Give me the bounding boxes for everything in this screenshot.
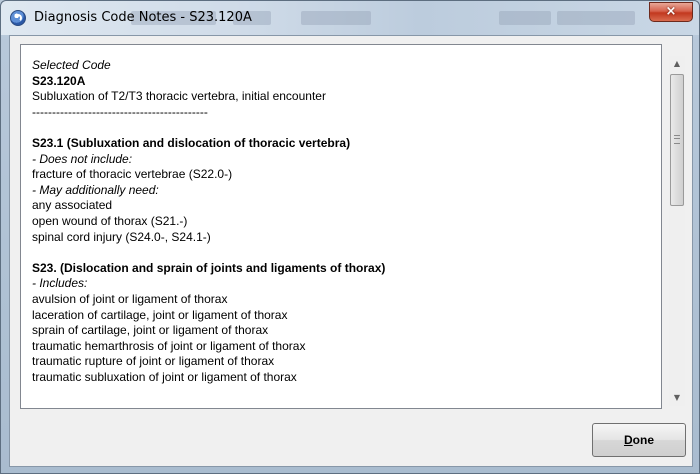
note-line: open wound of thorax (S21.-)	[32, 213, 188, 228]
note-spacer	[32, 245, 652, 261]
title-bar[interactable]: Diagnosis Code Notes - S23.120A ×	[1, 1, 699, 35]
note-line: fracture of thoracic vertebrae (S22.0-)	[32, 167, 233, 182]
note-line: - Does not include:	[32, 151, 133, 166]
note-line: traumatic hemarthrosis of joint or ligam…	[32, 338, 306, 353]
note-line: avulsion of joint or ligament of thorax	[32, 291, 228, 306]
note-line: sprain of cartilage, joint or ligament o…	[32, 323, 269, 338]
close-button[interactable]: ×	[649, 2, 693, 22]
note-line: - Includes:	[32, 276, 88, 291]
vertical-scrollbar[interactable]: ▲ ▼	[669, 56, 685, 406]
close-icon: ×	[665, 4, 677, 19]
note-line: laceration of cartilage, joint or ligame…	[32, 307, 288, 322]
app-logo-icon	[10, 10, 26, 26]
note-spacer	[32, 120, 652, 136]
note-line: Subluxation of T2/T3 thoracic vertebra, …	[32, 89, 326, 104]
grip-icon	[674, 135, 680, 144]
scroll-down-button[interactable]: ▼	[669, 390, 685, 406]
scroll-thumb[interactable]	[670, 74, 684, 206]
window-title: Diagnosis Code Notes - S23.120A	[34, 10, 252, 25]
note-line: spinal cord injury (S24.0-, S24.1-)	[32, 229, 211, 244]
note-line: S23.1 (Subluxation and dislocation of th…	[32, 135, 351, 150]
note-line: - May additionally need:	[32, 182, 159, 197]
note-line: traumatic rupture of joint or ligament o…	[32, 354, 275, 369]
note-line: S23. (Dislocation and sprain of joints a…	[32, 260, 386, 275]
note-line: S23.120A	[32, 73, 86, 88]
chevron-down-icon: ▼	[673, 393, 681, 402]
note-line: any associated	[32, 198, 113, 213]
background-toolbar-ghost	[557, 11, 635, 25]
background-toolbar-ghost	[301, 11, 371, 25]
notes-content: Selected Code S23.120A Subluxation of T2/T…	[32, 58, 652, 408]
done-button[interactable]: Done	[592, 423, 686, 457]
background-toolbar-ghost	[499, 11, 551, 25]
diagnosis-notes-window: Diagnosis Code Notes - S23.120A × Select…	[0, 0, 700, 474]
scroll-up-button[interactable]: ▲	[669, 56, 685, 72]
done-mnemonic: D	[623, 433, 633, 447]
note-line: Selected Code	[32, 58, 111, 72]
notes-text-area[interactable]: Selected Code S23.120A Subluxation of T2/T…	[20, 44, 662, 409]
note-line: traumatic subluxation of joint or ligame…	[32, 369, 297, 384]
note-line: ----------------------------------------…	[32, 104, 208, 119]
chevron-up-icon: ▲	[673, 59, 681, 68]
done-label-rest: one	[632, 433, 654, 447]
